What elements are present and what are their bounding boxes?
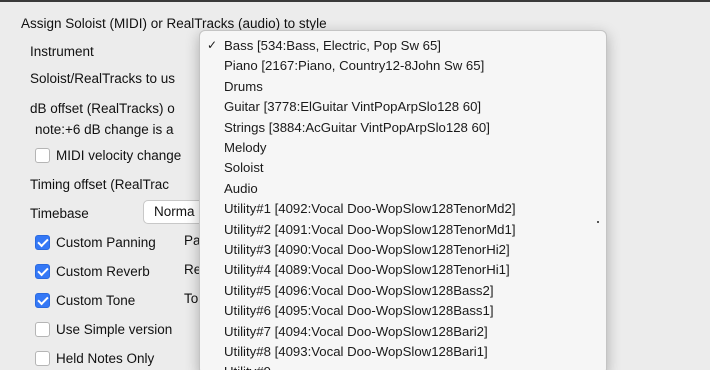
menu-item-label: Utility#4 [4089:Vocal Doo-WopSlow128Teno…: [224, 262, 510, 278]
menu-item[interactable]: Utility#8 [4093:Vocal Doo-WopSlow128Bari…: [200, 343, 606, 363]
menu-item-label: Utility#5 [4096:Vocal Doo-WopSlow128Bass…: [224, 282, 494, 298]
menu-item[interactable]: Utility#5 [4096:Vocal Doo-WopSlow128Bass…: [200, 282, 606, 302]
checkbox-label: Use Simple version: [56, 322, 173, 337]
menu-item[interactable]: Utility#9: [200, 363, 606, 370]
custom-tone-checkbox[interactable]: Custom Tone: [35, 293, 135, 308]
menu-item[interactable]: ✓ Bass [534:Bass, Electric, Pop Sw 65]: [200, 37, 606, 57]
checkbox-label: Custom Panning: [56, 235, 156, 250]
menu-item-label: Utility#2 [4091:Vocal Doo-WopSlow128Teno…: [224, 221, 516, 237]
checkbox-label: Custom Reverb: [56, 264, 150, 279]
menu-item-label: Utility#7 [4094:Vocal Doo-WopSlow128Bari…: [224, 323, 488, 339]
menu-item-label: Strings [3884:AcGuitar VintPopArpSlo128 …: [224, 119, 490, 135]
custom-panning-checkbox[interactable]: Custom Panning: [35, 235, 156, 250]
menu-item[interactable]: Utility#4 [4089:Vocal Doo-WopSlow128Teno…: [200, 261, 606, 281]
menu-item-label: Drums: [224, 78, 263, 94]
menu-item[interactable]: Utility#1 [4092:Vocal Doo-WopSlow128Teno…: [200, 200, 606, 220]
checkbox-label: MIDI velocity change: [56, 148, 182, 163]
instrument-dropdown-menu[interactable]: ✓ Bass [534:Bass, Electric, Pop Sw 65] Pia…: [199, 30, 607, 370]
checkbox-box[interactable]: [35, 322, 50, 337]
menu-item-label: Utility#8 [4093:Vocal Doo-WopSlow128Bari…: [224, 344, 488, 359]
menu-item-label: Utility#6 [4095:Vocal Doo-WopSlow128Bass…: [224, 303, 494, 319]
midi-velocity-change-checkbox[interactable]: MIDI velocity change: [35, 148, 181, 163]
db-offset-label: dB offset (RealTracks) o: [30, 101, 175, 116]
menu-item[interactable]: Audio: [200, 180, 606, 200]
menu-item-label: Utility#1 [4092:Vocal Doo-WopSlow128Teno…: [224, 201, 516, 217]
menu-item-label: Melody: [224, 140, 267, 155]
checkbox-box[interactable]: [35, 235, 50, 250]
instrument-label: Instrument: [30, 44, 94, 59]
menu-item[interactable]: Drums: [200, 78, 606, 98]
use-simple-version-checkbox[interactable]: Use Simple version: [35, 322, 172, 337]
checkbox-box[interactable]: [35, 148, 50, 163]
checkbox-box[interactable]: [35, 264, 50, 279]
menu-item[interactable]: Utility#6 [4095:Vocal Doo-WopSlow128Bass…: [200, 302, 606, 322]
menu-item[interactable]: Utility#2 [4091:Vocal Doo-WopSlow128Teno…: [200, 221, 606, 241]
soloist-realtracks-label: Soloist/RealTracks to us: [30, 71, 176, 86]
timebase-label: Timebase: [30, 206, 89, 221]
menu-item-label: Bass [534:Bass, Electric, Pop Sw 65]: [224, 38, 441, 53]
menu-item-label: Utility#3 [4090:Vocal Doo-WopSlow128Teno…: [224, 242, 510, 257]
checkbox-box[interactable]: [35, 293, 50, 308]
tone-side-label: To: [184, 291, 199, 306]
checkbox-label: Held Notes Only: [56, 351, 155, 366]
menu-item-label: Guitar [3778:ElGuitar VintPopArpSlo128 6…: [224, 99, 482, 115]
menu-item[interactable]: Melody: [200, 139, 606, 159]
menu-item-label: Audio: [224, 180, 258, 196]
menu-item[interactable]: Piano [2167:Piano, Country12-8John Sw 65…: [200, 57, 606, 77]
menu-item-label: Utility#9: [224, 364, 271, 370]
menu-item[interactable]: Utility#7 [4094:Vocal Doo-WopSlow128Bari…: [200, 323, 606, 343]
held-notes-only-checkbox[interactable]: Held Notes Only: [35, 351, 154, 366]
checkmark-icon: ✓: [207, 38, 218, 52]
custom-reverb-checkbox[interactable]: Custom Reverb: [35, 264, 150, 279]
db-note-label: note:+6 dB change is a: [35, 122, 174, 137]
checkbox-box[interactable]: [35, 351, 50, 366]
timing-offset-label: Timing offset (RealTrac: [30, 177, 170, 192]
checkbox-label: Custom Tone: [56, 293, 136, 308]
menu-item[interactable]: Strings [3884:AcGuitar VintPopArpSlo128 …: [200, 119, 606, 139]
menu-item[interactable]: Utility#3 [4090:Vocal Doo-WopSlow128Teno…: [200, 241, 606, 261]
menu-item[interactable]: Soloist: [200, 159, 606, 179]
dialog-title: Assign Soloist (MIDI) or RealTracks (aud…: [21, 16, 327, 31]
menu-item-label: Soloist: [224, 160, 264, 176]
menu-item-label: Piano [2167:Piano, Country12-8John Sw 65…: [224, 58, 485, 74]
menu-item[interactable]: Guitar [3778:ElGuitar VintPopArpSlo128 6…: [200, 98, 606, 118]
stray-dot: [597, 221, 599, 223]
